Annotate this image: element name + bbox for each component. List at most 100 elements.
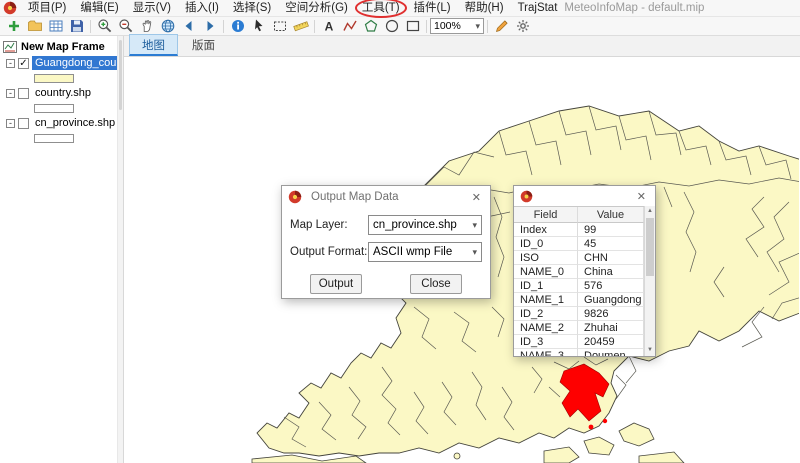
main-toolbar: A 100% ▾: [0, 17, 800, 36]
field-cell: ID_0: [514, 237, 578, 251]
value-cell: 99: [578, 223, 644, 237]
map-canvas[interactable]: Output Map Data ✕ Map Layer: cn_province…: [124, 57, 800, 463]
layer-swatch: [34, 74, 74, 83]
output-map-data-dialog: Output Map Data ✕ Map Layer: cn_province…: [281, 185, 491, 299]
map-layer-value: cn_province.shp: [373, 219, 469, 231]
table-row[interactable]: ID_1576: [514, 279, 644, 293]
expand-toggle-icon[interactable]: -: [6, 59, 15, 68]
field-cell: ID_3: [514, 335, 578, 349]
menu-project[interactable]: 项目(P): [21, 0, 73, 16]
column-header-value: Value: [578, 207, 644, 223]
map-layer-label: Map Layer:: [290, 219, 368, 231]
measure-icon[interactable]: [290, 17, 311, 35]
field-cell: NAME_1: [514, 293, 578, 307]
zoom-out-icon[interactable]: [115, 17, 136, 35]
table-row[interactable]: NAME_0China: [514, 265, 644, 279]
island-polygon: [252, 455, 366, 463]
menu-insert[interactable]: 插入(I): [178, 0, 226, 16]
save-project-icon[interactable]: [66, 17, 87, 35]
table-row[interactable]: Index99: [514, 223, 644, 237]
tab-layout[interactable]: 版面: [180, 35, 227, 56]
scroll-down-icon[interactable]: ▼: [645, 345, 655, 356]
map-frame-node[interactable]: New Map Frame: [0, 39, 117, 55]
draw-polygon-icon[interactable]: [360, 17, 381, 35]
table-row[interactable]: NAME_1Guangdong: [514, 293, 644, 307]
close-button[interactable]: Close: [410, 274, 462, 294]
select-feature-icon[interactable]: [248, 17, 269, 35]
next-extent-icon[interactable]: [199, 17, 220, 35]
draw-polyline-icon[interactable]: [339, 17, 360, 35]
window-title: MeteoInfoMap - default.mip: [564, 2, 704, 14]
attribute-scrollbar[interactable]: ▲ ▼: [644, 206, 655, 356]
menu-plugins[interactable]: 插件(L): [407, 0, 458, 16]
select-rectangle-icon[interactable]: [269, 17, 290, 35]
zoom-level-value: 100%: [434, 20, 472, 32]
menu-trajstat[interactable]: TrajStat: [511, 0, 565, 16]
draw-circle-icon[interactable]: [381, 17, 402, 35]
draw-rectangle-icon[interactable]: [402, 17, 423, 35]
layer-checkbox[interactable]: [18, 88, 29, 99]
layer-checkbox[interactable]: ✓: [18, 58, 29, 69]
island-polygon: [454, 453, 460, 459]
menu-view[interactable]: 显示(V): [126, 0, 178, 16]
view-tabs: 地图 版面: [124, 36, 800, 57]
table-header: Field Value: [514, 207, 644, 223]
selected-county-island: [603, 419, 607, 423]
settings-gear-icon[interactable]: [512, 17, 533, 35]
map-frame-icon: [3, 41, 17, 53]
attribute-table: Field Value Index99 ID_045 ISOCHN NAME_0…: [514, 206, 644, 356]
dialog-title-bar[interactable]: Output Map Data ✕: [282, 186, 490, 208]
map-layer-select[interactable]: cn_province.shp ▾: [368, 215, 482, 235]
zoom-level-combo[interactable]: 100% ▾: [430, 18, 484, 34]
table-row[interactable]: NAME_3Doumen: [514, 349, 644, 356]
menu-bar: 项目(P) 编辑(E) 显示(V) 插入(I) 选择(S) 空间分析(G) 工具…: [0, 0, 800, 17]
table-row[interactable]: NAME_2Zhuhai: [514, 321, 644, 335]
output-format-label: Output Format:: [290, 246, 368, 258]
full-extent-icon[interactable]: [157, 17, 178, 35]
attribute-title-bar[interactable]: ✕: [514, 186, 655, 206]
scroll-up-icon[interactable]: ▲: [645, 206, 655, 217]
layer-item-country[interactable]: - country.shp: [0, 85, 117, 101]
field-cell: NAME_0: [514, 265, 578, 279]
table-row[interactable]: ISOCHN: [514, 251, 644, 265]
edit-pencil-icon[interactable]: [491, 17, 512, 35]
zoom-in-icon[interactable]: [94, 17, 115, 35]
menu-selection[interactable]: 选择(S): [226, 0, 278, 16]
menu-edit[interactable]: 编辑(E): [73, 0, 125, 16]
legend-scrollbar[interactable]: [117, 36, 124, 463]
layer-checkbox[interactable]: [18, 118, 29, 129]
field-cell: ID_1: [514, 279, 578, 293]
attribute-close-icon[interactable]: ✕: [634, 190, 649, 203]
open-project-icon[interactable]: [24, 17, 45, 35]
layers-table-icon[interactable]: [45, 17, 66, 35]
identify-icon[interactable]: [227, 17, 248, 35]
table-row[interactable]: ID_320459: [514, 335, 644, 349]
value-cell: CHN: [578, 251, 644, 265]
expand-toggle-icon[interactable]: -: [6, 89, 15, 98]
table-row[interactable]: ID_29826: [514, 307, 644, 321]
menu-geoprocessing[interactable]: 空间分析(G): [278, 0, 355, 16]
island-polygon: [544, 447, 579, 463]
scrollbar-thumb[interactable]: [646, 218, 654, 276]
expand-toggle-icon[interactable]: -: [6, 119, 15, 128]
layer-label[interactable]: country.shp: [32, 86, 94, 100]
layer-item-cn-province[interactable]: - cn_province.shp: [0, 115, 117, 131]
layer-item-guangdong-county[interactable]: - ✓ Guangdong_county.shp: [0, 55, 117, 71]
prev-extent-icon[interactable]: [178, 17, 199, 35]
menu-tools[interactable]: 工具(T): [355, 0, 407, 18]
field-cell: NAME_3: [514, 349, 578, 356]
map-frame-label: New Map Frame: [21, 41, 105, 53]
tab-map[interactable]: 地图: [129, 34, 178, 56]
layer-label[interactable]: cn_province.shp: [32, 116, 118, 130]
table-row[interactable]: ID_045: [514, 237, 644, 251]
label-icon[interactable]: A: [318, 17, 339, 35]
menu-help[interactable]: 帮助(H): [458, 0, 511, 16]
output-button[interactable]: Output: [310, 274, 362, 294]
output-format-select[interactable]: ASCII wmp File ▾: [368, 242, 482, 262]
dialog-close-icon[interactable]: ✕: [469, 191, 484, 204]
pan-icon[interactable]: [136, 17, 157, 35]
layer-swatch: [34, 134, 74, 143]
add-frame-icon[interactable]: [3, 17, 24, 35]
value-cell: 20459: [578, 335, 644, 349]
legend-swatch-row: [0, 101, 117, 115]
